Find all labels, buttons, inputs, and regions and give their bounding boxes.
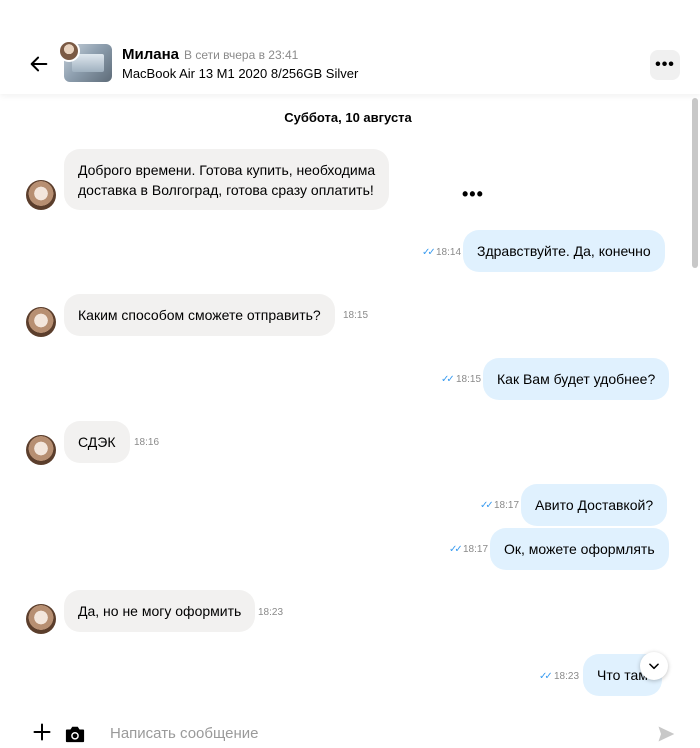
- read-check-icon: ✓✓: [539, 671, 553, 682]
- message-bubble-outgoing[interactable]: Ок, можете оформлять: [490, 528, 669, 570]
- scrollbar-thumb[interactable]: [692, 98, 698, 268]
- message-list: Суббота, 10 августа Доброго времени. Гот…: [0, 94, 690, 704]
- date-separator: Суббота, 10 августа: [284, 110, 412, 125]
- message-text: Авито Доставкой?: [535, 497, 654, 513]
- message-bubble-outgoing[interactable]: Как Вам будет удобнее?: [483, 358, 670, 400]
- message-text: Каким способом сможете отправить?: [78, 307, 321, 323]
- more-options-button[interactable]: •••: [650, 50, 680, 80]
- message-text: Доброго времени. Готова купить, необходи…: [78, 161, 376, 178]
- scroll-down-button[interactable]: [640, 652, 668, 680]
- read-check-icon: ✓✓: [422, 247, 436, 258]
- message-actions-icon[interactable]: •••: [462, 184, 484, 205]
- message-time: 18:23: [554, 671, 580, 682]
- message-text: доставка в Волгоград, готова сразу оплат…: [78, 181, 374, 198]
- message-bubble-incoming[interactable]: СДЭК: [64, 421, 130, 463]
- message-time: 18:23: [258, 607, 284, 618]
- avatar: [26, 307, 56, 337]
- message-bubble-incoming[interactable]: Да, но не могу оформить: [64, 590, 256, 632]
- online-status: В сети вчера в 23:41: [184, 48, 299, 62]
- avatar: [26, 435, 56, 465]
- item-title[interactable]: MacBook Air 13 M1 2020 8/256GB Silver: [122, 66, 358, 81]
- read-check-icon: ✓✓: [441, 374, 455, 385]
- message-bubble-incoming[interactable]: Каким способом сможете отправить?: [64, 294, 335, 336]
- message-text: Здравствуйте. Да, конечно: [477, 243, 651, 259]
- message-time: 18:17: [463, 544, 489, 555]
- message-bubble-outgoing[interactable]: Здравствуйте. Да, конечно: [463, 230, 665, 272]
- message-text: СДЭК: [78, 434, 116, 450]
- more-icon: •••: [655, 56, 675, 73]
- message-time: 18:15: [343, 310, 369, 321]
- message-text: Да, но не могу оформить: [78, 603, 242, 619]
- seller-avatar: [58, 40, 80, 62]
- avatar: [26, 180, 56, 210]
- avatar: [26, 604, 56, 634]
- back-arrow-icon[interactable]: [28, 53, 50, 75]
- send-icon[interactable]: [656, 724, 676, 744]
- message-time: 18:15: [456, 374, 482, 385]
- message-text: Как Вам будет удобнее?: [497, 371, 656, 387]
- plus-icon[interactable]: [32, 722, 52, 742]
- camera-icon[interactable]: [64, 724, 86, 744]
- message-bubble-outgoing[interactable]: Авито Доставкой?: [521, 484, 668, 526]
- scrollbar[interactable]: [690, 94, 700, 704]
- message-time: 18:17: [494, 500, 520, 511]
- read-check-icon: ✓✓: [449, 544, 463, 555]
- chat-header: Милана В сети вчера в 23:41 MacBook Air …: [0, 0, 700, 94]
- message-input[interactable]: [102, 718, 622, 748]
- chevron-down-icon: [649, 663, 659, 670]
- message-text: Ок, можете оформлять: [504, 541, 655, 557]
- message-time: 18:14: [436, 247, 462, 258]
- read-check-icon: ✓✓: [480, 500, 494, 511]
- message-time: 18:16: [134, 437, 160, 448]
- contact-name[interactable]: Милана: [122, 46, 179, 63]
- message-bubble-incoming[interactable]: Доброго времени. Готова купить, необходи…: [64, 149, 390, 210]
